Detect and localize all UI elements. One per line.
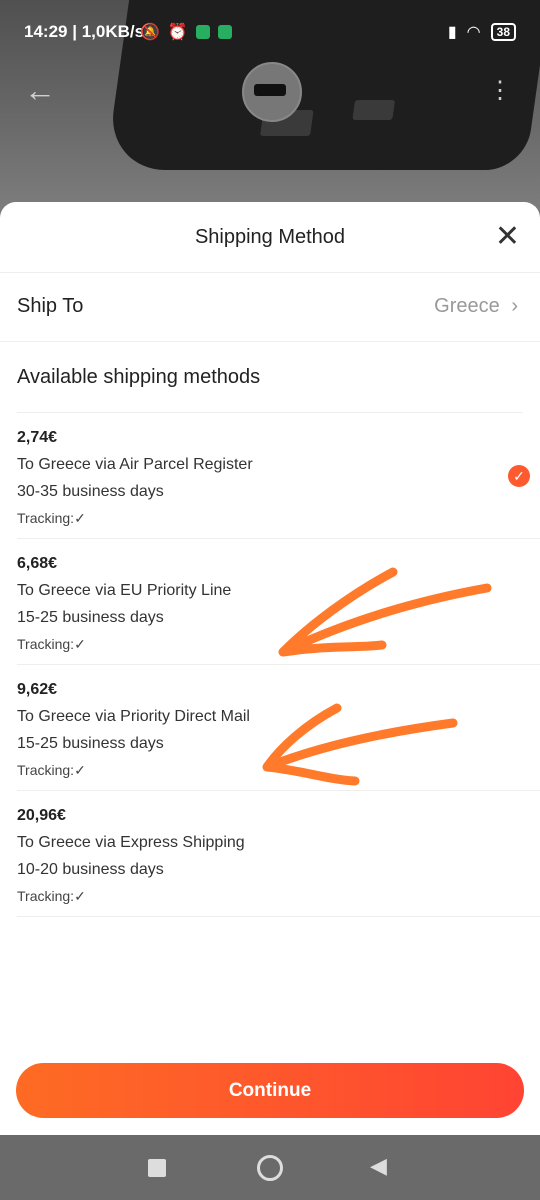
alarm-icon: ⏰ [167, 24, 188, 41]
mute-icon: 🔕 [140, 24, 160, 41]
product-thumbnail[interactable] [242, 62, 302, 122]
method-days: 15-25 business days [17, 609, 164, 626]
home-icon[interactable] [257, 1155, 283, 1181]
app-notification-icon [195, 25, 210, 39]
method-route: To Greece via Air Parcel Register [17, 456, 253, 473]
sheet-header: Shipping Method ✕ [0, 202, 540, 273]
selected-check-icon: ✓ [508, 465, 530, 487]
method-route: To Greece via EU Priority Line [17, 582, 232, 599]
status-time: 14:29 | 1,0KB/s [24, 22, 145, 41]
method-tracking: Tracking:✓ [17, 888, 86, 904]
method-tracking: Tracking:✓ [17, 636, 86, 652]
status-icons-left: 🔕 ⏰ [140, 22, 232, 42]
wifi-icon: ◠ [466, 24, 481, 41]
signal-icon: ▮ [447, 24, 457, 41]
checkmark-icon: ✓ [74, 762, 86, 778]
product-top-nav: ← ⋮ [0, 60, 540, 122]
method-days: 30-35 business days [17, 483, 164, 500]
checkmark-icon: ✓ [74, 636, 86, 652]
method-route: To Greece via Express Shipping [17, 834, 245, 851]
method-tracking: Tracking:✓ [17, 510, 86, 526]
method-price: 20,96€ [17, 807, 66, 824]
shipping-option-express[interactable]: 20,96€ To Greece via Express Shipping 10… [17, 791, 540, 917]
more-options-icon[interactable]: ⋮ [488, 76, 512, 105]
method-days: 15-25 business days [17, 735, 164, 752]
method-tracking: Tracking:✓ [17, 762, 86, 778]
status-bar: 14:29 | 1,0KB/s 🔕 ⏰ ▮ ◠ 38 [0, 0, 540, 64]
sheet-title: Shipping Method [194, 226, 346, 248]
shipping-option-priority-direct[interactable]: 9,62€ To Greece via Priority Direct Mail… [17, 665, 540, 791]
shipping-option-air-parcel[interactable]: 2,74€ To Greece via Air Parcel Register … [17, 413, 540, 539]
ship-to-value: Greece › [434, 295, 518, 317]
available-methods-label: Available shipping methods [17, 366, 261, 388]
chevron-right-icon: › [511, 295, 518, 317]
battery-icon: 38 [490, 23, 516, 41]
ship-to-label: Ship To [17, 295, 84, 317]
close-icon[interactable]: ✕ [495, 222, 520, 252]
checkmark-icon: ✓ [74, 510, 86, 526]
recent-apps-icon[interactable] [148, 1159, 166, 1177]
back-icon[interactable]: ◀ [370, 1153, 387, 1179]
available-methods-header: Available shipping methods [17, 342, 523, 413]
status-icons-right: ▮ ◠ 38 [448, 22, 516, 42]
method-price: 9,62€ [17, 681, 58, 698]
ship-to-row[interactable]: Ship To Greece › [0, 273, 540, 342]
system-nav-bar: ◀ [0, 1135, 540, 1200]
method-route: To Greece via Priority Direct Mail [17, 708, 250, 725]
method-price: 6,68€ [17, 555, 58, 572]
app-notification-icon [217, 25, 232, 39]
back-arrow-icon[interactable]: ← [24, 72, 56, 109]
continue-button[interactable]: Continue [16, 1063, 524, 1118]
method-price: 2,74€ [17, 429, 58, 446]
shipping-option-eu-priority[interactable]: 6,68€ To Greece via EU Priority Line 15-… [17, 539, 540, 665]
checkmark-icon: ✓ [74, 888, 86, 904]
shipping-method-sheet: Shipping Method ✕ Ship To Greece › Avail… [0, 202, 540, 1135]
method-days: 10-20 business days [17, 861, 164, 878]
